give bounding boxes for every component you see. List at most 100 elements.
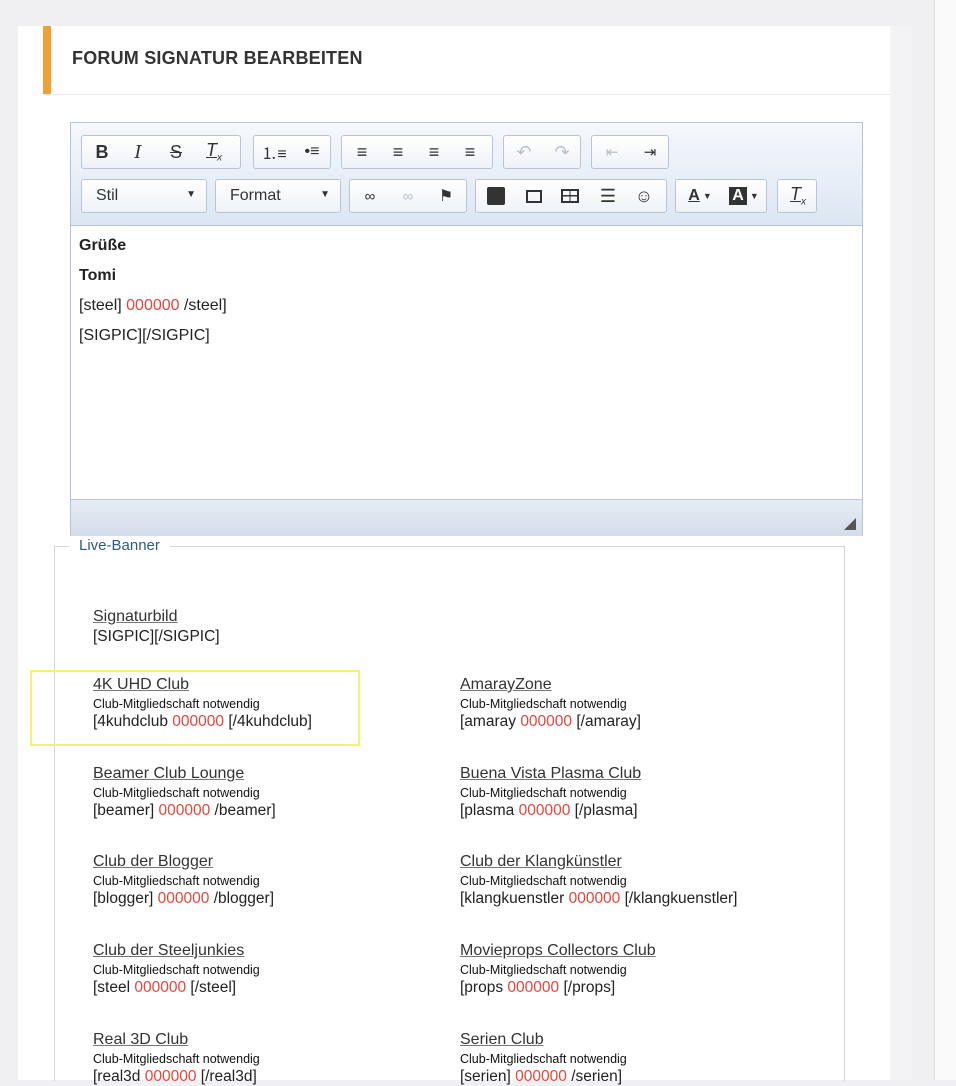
side-gutter <box>890 26 912 1080</box>
signature-image-entry: Signaturbild [SIGPIC][/SIGPIC] <box>93 608 423 646</box>
youtube-button[interactable] <box>478 180 514 212</box>
background-color-button[interactable]: A ▼ <box>722 180 766 212</box>
bbcode-close: /steel] <box>183 297 227 314</box>
horizontal-rule-icon: ☰ <box>599 185 617 206</box>
bbcode-value: 000000 <box>568 890 621 907</box>
club-name-link[interactable]: Club der Blogger <box>93 853 423 871</box>
resize-handle-icon[interactable] <box>844 518 856 530</box>
link-icon: ∞ <box>364 187 376 205</box>
image-icon <box>526 189 542 203</box>
club-membership-note: Club-Mitgliedschaft notwendig <box>460 963 627 977</box>
scrollbar[interactable] <box>934 0 956 1080</box>
club-entry: Club der Steeljunkies Club-Mitgliedschaft… <box>93 942 423 997</box>
table-button[interactable] <box>552 180 588 212</box>
club-membership-note: Club-Mitgliedschaft notwendig <box>93 963 260 977</box>
club-name-link[interactable]: AmarayZone <box>460 676 790 694</box>
clear-format-icon: Tx <box>790 184 806 208</box>
club-entry: 4K UHD Club Club-Mitgliedschaft notwendig… <box>93 676 423 731</box>
bbcode-open: [blogger] <box>93 890 154 907</box>
redo-button[interactable]: ↷ <box>544 136 580 168</box>
link-group: ∞ ∞ ⚑ <box>349 179 467 213</box>
club-name-link[interactable]: Movieprops Collectors Club <box>460 942 790 960</box>
indent-icon: ⇥ <box>643 144 657 161</box>
bbcode-open: [props <box>460 979 504 996</box>
undo-icon: ↶ <box>516 141 532 162</box>
numbered-list-icon: ⒈≡ <box>261 146 287 163</box>
bbcode-value: 000000 <box>158 802 211 819</box>
bbcode-close: [/klangkuenstler] <box>624 890 738 907</box>
club-membership-note: Club-Mitgliedschaft notwendig <box>93 1052 260 1066</box>
club-entry: Club der Blogger Club-Mitgliedschaft notw… <box>93 853 423 908</box>
history-group: ↶ ↷ <box>503 135 581 169</box>
image-button[interactable] <box>516 180 552 212</box>
align-group: ≡ ≡ ≡ ≡ <box>341 135 493 169</box>
club-name-link[interactable]: Club der Klangkünstler <box>460 853 790 871</box>
club-name-link[interactable]: Buena Vista Plasma Club <box>460 765 790 783</box>
club-bbcode: [steel 000000 [/steel] <box>93 979 423 997</box>
club-bbcode: [klangkuenstler 000000 [/klangkuenstler] <box>460 890 790 908</box>
club-name-link[interactable]: Club der Steeljunkies <box>93 942 423 960</box>
live-banner-legend: Live-Banner <box>69 537 170 554</box>
bbcode-value: 000000 <box>520 713 573 730</box>
style-dropdown[interactable]: Stil ▼ <box>81 179 207 213</box>
horizontal-rule-button[interactable]: ☰ <box>590 180 626 212</box>
club-name-link[interactable]: Serien Club <box>460 1031 790 1049</box>
bold-button[interactable]: B <box>84 136 120 168</box>
italic-button[interactable]: I <box>120 136 156 168</box>
bbcode-close: [/amaray] <box>576 713 641 730</box>
editor-line: Tomi <box>79 267 117 284</box>
club-membership-note: Club-Mitgliedschaft notwendig <box>93 874 260 888</box>
table-icon <box>561 189 579 203</box>
style-dropdown-label: Stil <box>96 187 119 204</box>
smiley-icon: ☺ <box>634 185 654 206</box>
chevron-down-icon: ▼ <box>186 189 196 200</box>
club-entry: Serien Club Club-Mitgliedschaft notwendig… <box>460 1031 790 1086</box>
indent-button[interactable]: ⇥ <box>632 136 668 168</box>
bullet-list-button[interactable]: •≡ <box>294 136 330 168</box>
editor-line: [steel] 000000 /steel] <box>79 297 227 315</box>
link-button[interactable]: ∞ <box>352 180 388 212</box>
bbcode-value: 000000 <box>144 1068 197 1085</box>
signature-image-link[interactable]: Signaturbild <box>93 608 423 626</box>
text-color-button[interactable]: A ▼ <box>678 180 722 212</box>
youtube-icon <box>487 187 505 205</box>
remove-format-button[interactable]: Tx <box>196 136 232 168</box>
anchor-button[interactable]: ⚑ <box>428 180 464 212</box>
bbcode-close: [/4kuhdclub] <box>228 713 312 730</box>
bbcode-open: [serien] <box>460 1068 511 1085</box>
club-entry: Real 3D Club Club-Mitgliedschaft notwendi… <box>93 1031 423 1086</box>
list-group: ⒈≡ •≡ <box>253 135 331 169</box>
rich-text-editor: B I S Tx ⒈≡ •≡ ≡ ≡ ≡ ≡ ↶ ↷ ⇤ ⇥ Stil ▼ Fo… <box>70 122 863 536</box>
bbcode-close: [/props] <box>563 979 616 996</box>
club-bbcode: [blogger] 000000 /blogger] <box>93 890 423 908</box>
club-name-link[interactable]: Real 3D Club <box>93 1031 423 1049</box>
align-left-icon: ≡ <box>356 141 368 162</box>
align-right-button[interactable]: ≡ <box>416 136 452 168</box>
format-dropdown[interactable]: Format ▼ <box>215 179 341 213</box>
unlink-button[interactable]: ∞ <box>390 180 426 212</box>
numbered-list-button[interactable]: ⒈≡ <box>256 136 292 168</box>
club-bbcode: [beamer] 000000 /beamer] <box>93 802 423 820</box>
remove-format-button-2[interactable]: Tx <box>780 180 816 212</box>
club-membership-note: Club-Mitgliedschaft notwendig <box>460 786 627 800</box>
flag-icon: ⚑ <box>438 188 454 205</box>
bold-icon: B <box>95 141 109 162</box>
bbcode-value: 000000 <box>157 890 210 907</box>
bbcode-close: [/real3d] <box>200 1068 257 1085</box>
outdent-icon: ⇤ <box>605 144 619 161</box>
editor-status-bar <box>71 499 862 536</box>
club-membership-note: Club-Mitgliedschaft notwendig <box>93 697 260 711</box>
undo-button[interactable]: ↶ <box>506 136 542 168</box>
smiley-button[interactable]: ☺ <box>626 180 662 212</box>
bbcode-close: /beamer] <box>214 802 276 819</box>
outdent-button[interactable]: ⇤ <box>594 136 630 168</box>
bbcode-value: 000000 <box>515 1068 567 1085</box>
editor-toolbar: B I S Tx ⒈≡ •≡ ≡ ≡ ≡ ≡ ↶ ↷ ⇤ ⇥ Stil ▼ Fo… <box>71 123 862 226</box>
align-left-button[interactable]: ≡ <box>344 136 380 168</box>
strikethrough-button[interactable]: S <box>158 136 194 168</box>
club-name-link[interactable]: Beamer Club Lounge <box>93 765 423 783</box>
align-center-button[interactable]: ≡ <box>380 136 416 168</box>
justify-button[interactable]: ≡ <box>452 136 488 168</box>
club-name-link[interactable]: 4K UHD Club <box>93 676 423 694</box>
editor-content-area[interactable]: Grüße Tomi [steel] 000000 /steel] [SIGPI… <box>71 226 862 499</box>
